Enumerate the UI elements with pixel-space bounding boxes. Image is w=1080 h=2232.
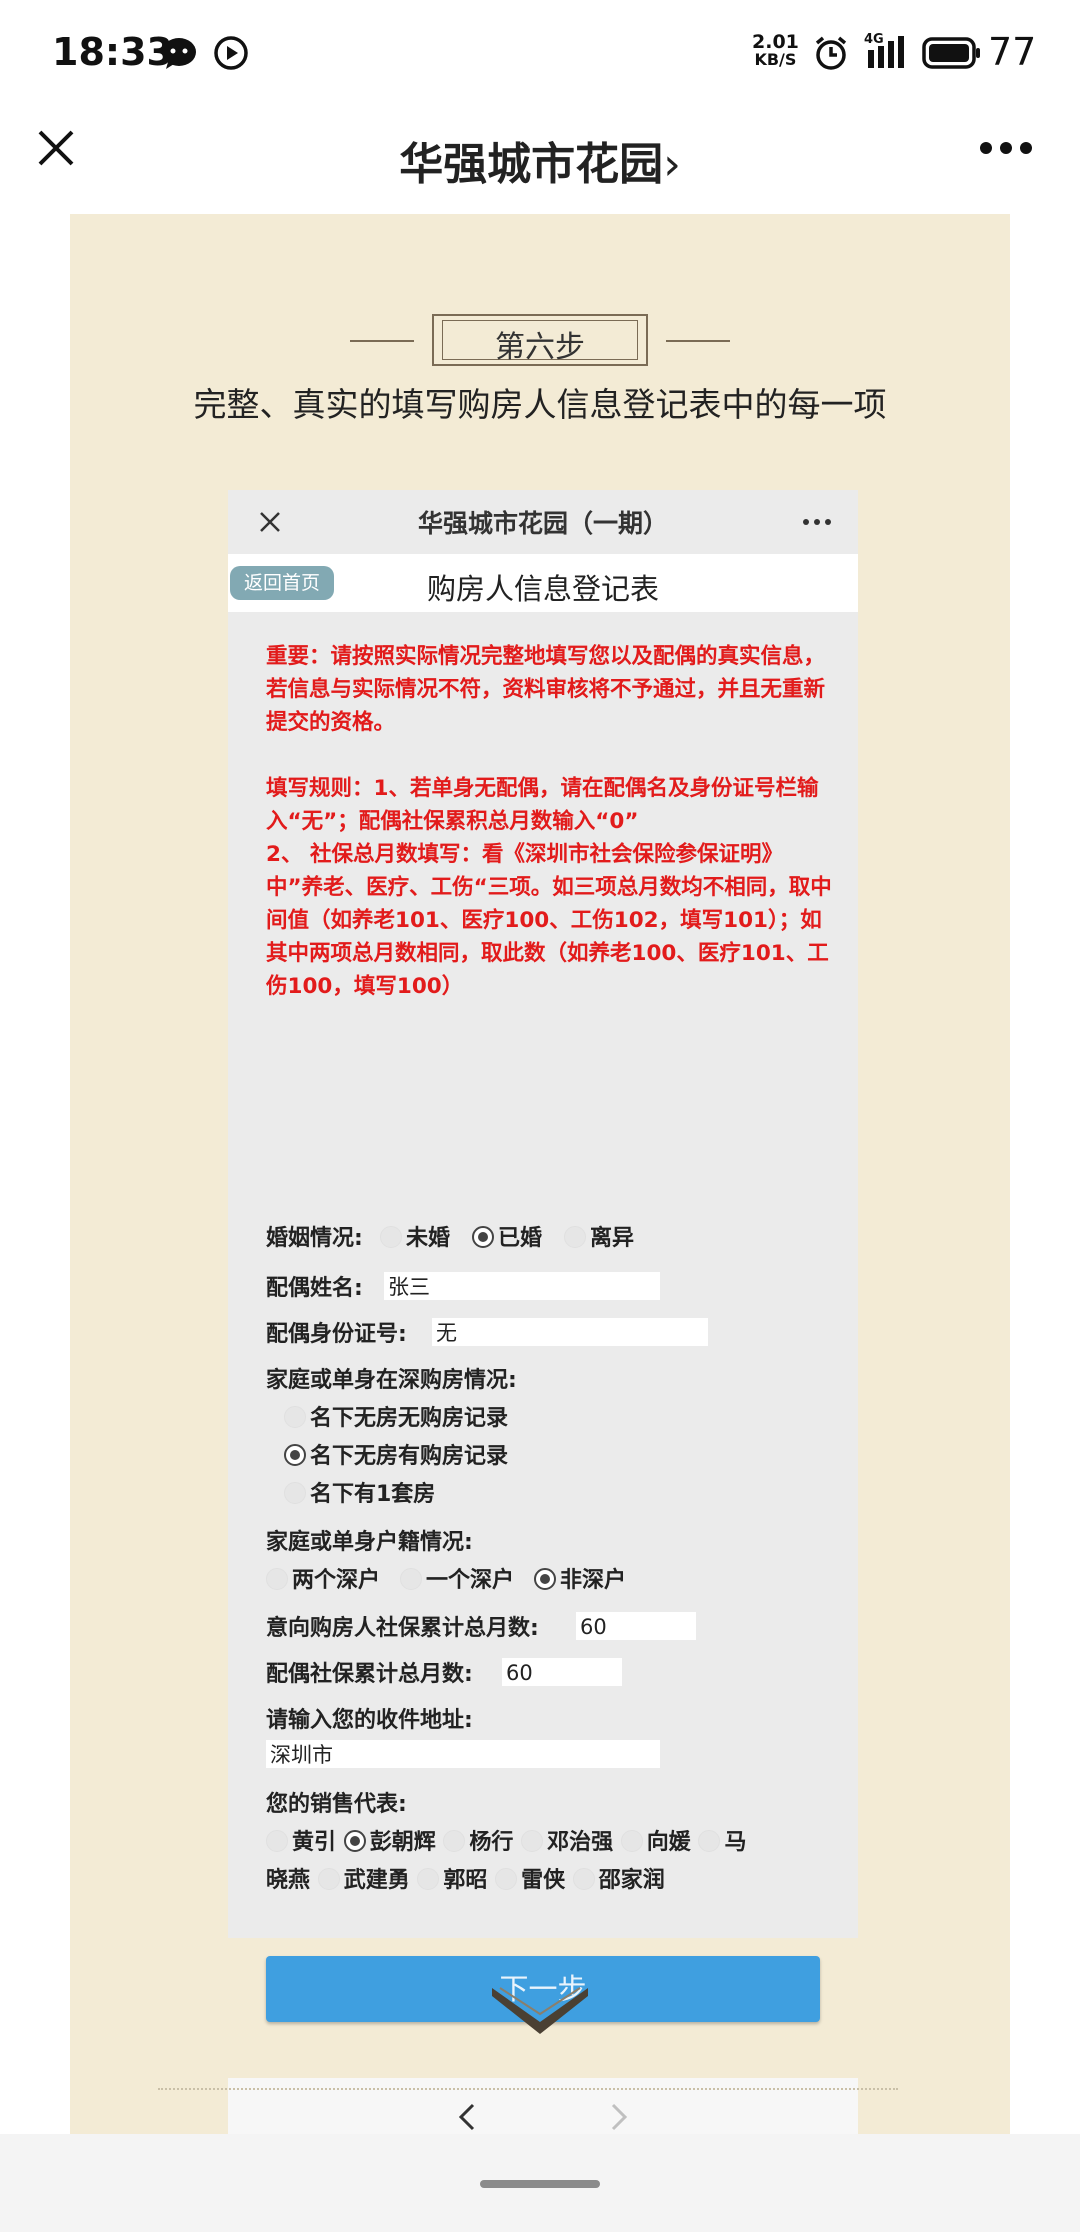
hukou-option: 非深户 — [534, 1562, 626, 1594]
battery-level: 77 — [988, 30, 1037, 74]
spouse-name-label: 配偶姓名: — [266, 1276, 363, 1301]
radio-selected-icon — [534, 1568, 556, 1590]
spouse-months-field: 60 — [502, 1658, 622, 1686]
cellular-signal-icon — [868, 36, 904, 68]
radio-icon — [380, 1226, 402, 1248]
radio-icon — [417, 1868, 440, 1890]
hukou-option: 两个深户 — [266, 1562, 380, 1594]
sales-label: 您的销售代表: — [266, 1792, 407, 1817]
radio-icon — [443, 1830, 466, 1852]
notice-important: 重要：请按照实际情况完整地填写您以及配偶的真实信息，若信息与实际情况不符，资料审… — [266, 644, 826, 735]
housing-option: 名下有1套房 — [284, 1476, 435, 1508]
address-label: 请输入您的收件地址: — [266, 1708, 473, 1733]
system-navigation-area — [0, 2134, 1080, 2232]
buyer-months-field: 60 — [576, 1612, 696, 1640]
hukou-option: 一个深户 — [400, 1562, 514, 1594]
step-heading: 第六步 — [70, 310, 1010, 370]
radio-icon — [620, 1830, 643, 1852]
battery-icon — [922, 37, 980, 69]
form-header: 返回首页 购房人信息登记表 — [228, 554, 858, 612]
radio-icon — [284, 1482, 306, 1504]
housing-option: 名下无房有购房记录 — [284, 1438, 508, 1470]
form-notice: 重要：请按照实际情况完整地填写您以及配偶的真实信息，若信息与实际情况不符，资料审… — [266, 640, 836, 1003]
play-notification-icon — [214, 36, 248, 70]
divider — [350, 340, 414, 342]
marital-option: 离异 — [564, 1220, 634, 1252]
form-title: 购房人信息登记表 — [426, 572, 659, 606]
radio-icon — [564, 1226, 586, 1248]
home-indicator[interactable] — [480, 2180, 600, 2188]
housing-label: 家庭或单身在深购房情况: — [266, 1368, 517, 1393]
more-icon[interactable] — [978, 140, 1034, 156]
more-icon — [803, 519, 831, 525]
spouse-name-field: 张三 — [384, 1272, 660, 1300]
buyer-months-label: 意向购房人社保累计总月数: — [266, 1616, 539, 1641]
radio-selected-icon — [472, 1226, 494, 1248]
radio-icon — [266, 1568, 288, 1590]
radio-icon — [698, 1830, 721, 1852]
wechat-notification-icon — [162, 38, 196, 69]
notice-rule-1: 填写规则：1、若单身无配偶，请在配偶名及身份证号栏输入“无”；配偶社保累积总月数… — [266, 776, 819, 834]
inner-title: 华强城市花园（一期） — [417, 509, 668, 538]
address-field: 深圳市 — [266, 1740, 660, 1768]
step-description: 完整、真实的填写购房人信息登记表中的每一项 — [193, 385, 887, 424]
alarm-clock-icon — [815, 36, 847, 70]
radio-icon — [266, 1830, 288, 1852]
spouse-id-field: 无 — [432, 1318, 708, 1346]
radio-icon — [317, 1868, 340, 1890]
nav-title[interactable]: 华强城市花园› — [0, 128, 1080, 192]
article-content: 第六步 完整、真实的填写购房人信息登记表中的每一项 华强城市花园（一期） 返回首… — [70, 214, 1010, 2168]
spouse-months-label: 配偶社保累计总月数: — [266, 1662, 473, 1687]
radio-icon — [400, 1568, 422, 1590]
status-time: 18:33 — [52, 30, 173, 74]
radio-icon — [284, 1406, 306, 1428]
housing-option: 名下无房无购房记录 — [284, 1400, 508, 1432]
form-screenshot: 华强城市花园（一期） 返回首页 购房人信息登记表 重要：请按照实际情况完整地填写… — [228, 490, 858, 2168]
spouse-id-label: 配偶身份证号: — [266, 1322, 407, 1347]
radio-selected-icon — [343, 1830, 366, 1852]
inner-nav-bar: 华强城市花园（一期） — [228, 490, 858, 554]
back-arrow-icon — [458, 2103, 475, 2131]
radio-selected-icon — [284, 1444, 306, 1466]
radio-icon — [572, 1868, 595, 1890]
scroll-down-icon — [492, 1987, 588, 2034]
radio-icon — [521, 1830, 544, 1852]
status-bar: 18:33 2.01 KB/S 4G 77 — [0, 0, 1080, 110]
divider — [666, 340, 730, 342]
step-badge: 第六步 — [432, 314, 648, 366]
divider — [158, 2088, 898, 2090]
forward-arrow-icon — [611, 2103, 628, 2131]
marital-label: 婚姻情况: — [266, 1226, 363, 1251]
hukou-label: 家庭或单身户籍情况: — [266, 1530, 473, 1555]
network-speed: 2.01 KB/S — [752, 31, 799, 69]
marital-option: 已婚 — [472, 1220, 542, 1252]
sales-option: 晓燕 武建勇 郭昭 雷侠 邵家润 — [266, 1868, 665, 1893]
step-label: 第六步 — [495, 330, 585, 365]
sales-option: 黄引 彭朝辉 杨行 邓治强 向媛 马 — [266, 1824, 746, 1856]
radio-icon — [495, 1868, 518, 1890]
notice-rule-2: 2、 社保总月数填写：看《深圳市社会保险参保证明》中”养老、医疗、工伤“三项。如… — [266, 842, 832, 999]
nav-bar: 华强城市花园› — [0, 110, 1080, 210]
chevron-right-icon: › — [663, 139, 681, 190]
marital-option: 未婚 — [380, 1220, 450, 1252]
